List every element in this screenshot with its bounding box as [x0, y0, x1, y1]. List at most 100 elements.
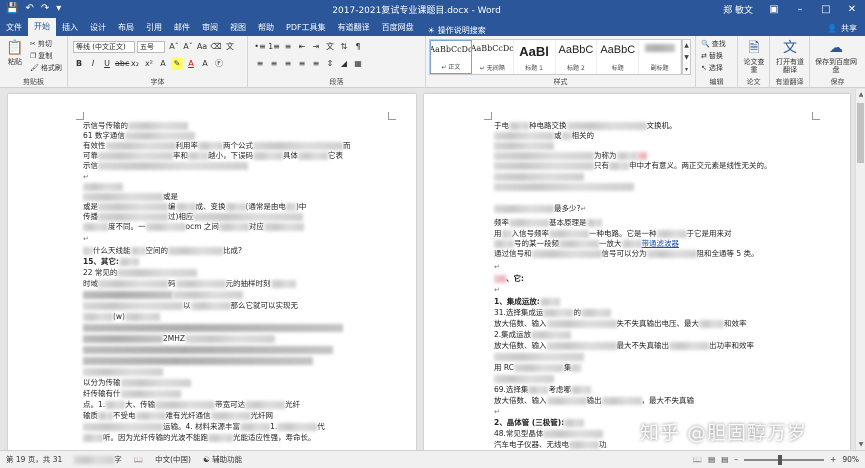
clipboard-group: 📋 粘贴 ✂ 剪切 ❐ 复制 🖌 格式刷 剪贴板 — [0, 36, 68, 88]
window-controls: ▣ – □ ✕ — [761, 4, 865, 15]
ribbon-display-icon[interactable]: ▣ — [761, 4, 787, 15]
tab-layout[interactable]: 布局 — [112, 20, 140, 36]
tab-mailings[interactable]: 邮件 — [168, 20, 196, 36]
tab-view[interactable]: 视图 — [224, 20, 252, 36]
grow-font-icon[interactable]: Aˆ — [168, 41, 180, 53]
tab-insert[interactable]: 插入 — [56, 20, 84, 36]
document-page-left[interactable]: 示信号传输的 61 数字通信 有效性 利用率 两个公式 而 可靠 率和 越小，下误码 具体 它… — [8, 94, 416, 450]
vertical-scrollbar[interactable]: ▲ ▼ — [855, 89, 865, 450]
bold-icon[interactable]: B — [73, 58, 85, 70]
tab-home[interactable]: 开始 — [28, 18, 56, 36]
customize-icon[interactable]: ▾ — [56, 4, 61, 14]
tab-file[interactable]: 文件 — [0, 20, 28, 36]
change-case-icon[interactable]: Aa — [196, 41, 208, 53]
scroll-down-icon[interactable]: ▼ — [856, 441, 865, 448]
chinese-layout-icon[interactable]: 文 — [324, 41, 336, 53]
superscript-icon[interactable]: x² — [143, 58, 155, 70]
clear-format-icon[interactable]: ⌫ — [210, 41, 222, 53]
subscript-icon[interactable]: x₂ — [129, 58, 141, 70]
align-left-icon[interactable]: ≡ — [254, 58, 266, 70]
zoom-slider[interactable] — [744, 454, 825, 465]
text-run: 号的某一段频 — [514, 239, 559, 248]
save-baidu-button[interactable]: ☁ 保存到百度网盘 — [813, 39, 859, 74]
language-indicator[interactable]: 中文(中国) — [149, 454, 197, 465]
justify-icon[interactable]: ≡ — [296, 58, 308, 70]
zoom-in-icon[interactable]: + — [830, 455, 836, 464]
bullets-icon[interactable]: •≡ — [254, 41, 266, 53]
text-effects-icon[interactable]: A — [157, 58, 169, 70]
tab-help[interactable]: 帮助 — [252, 20, 280, 36]
copy-button[interactable]: ❐ 复制 — [30, 51, 52, 61]
sort-icon[interactable]: ⇅ — [338, 41, 350, 53]
distributed-icon[interactable]: ≡ — [310, 58, 322, 70]
highlight-icon[interactable]: ✎ — [171, 58, 183, 70]
align-right-icon[interactable]: ≡ — [282, 58, 294, 70]
maximize-icon[interactable]: □ — [813, 4, 839, 15]
share-button[interactable]: 👤 共享 — [827, 20, 865, 36]
borders-icon[interactable]: ▦ — [352, 58, 364, 70]
decrease-indent-icon[interactable]: ⇤ — [296, 41, 308, 53]
font-size-combo[interactable]: 五号 — [137, 41, 165, 53]
text-run: 48.常见型晶体 — [494, 429, 544, 438]
text-line: 通过信号和 信号可以分为 阻和全通等 5 类。 — [494, 249, 759, 259]
shading-icon[interactable]: ◢ — [338, 58, 350, 70]
scroll-up-icon[interactable]: ▲ — [856, 91, 865, 98]
cut-button[interactable]: ✂ 剪切 — [30, 39, 52, 49]
redo-icon[interactable]: ↷ — [41, 4, 49, 14]
close-icon[interactable]: ✕ — [839, 4, 865, 15]
tab-review[interactable]: 审阅 — [196, 20, 224, 36]
paper-check-button[interactable]: 🗎 论文查重 — [742, 39, 766, 74]
font-name-combo[interactable]: 等线 (中文正文) — [73, 41, 135, 53]
increase-indent-icon[interactable]: ⇥ — [310, 41, 322, 53]
replace-button[interactable]: ⇄ 替换 — [701, 51, 723, 61]
zoom-out-icon[interactable]: – — [734, 455, 738, 464]
save-icon[interactable]: 💾 — [6, 4, 18, 14]
print-layout-icon[interactable]: ▤ — [708, 455, 715, 464]
minimize-icon[interactable]: – — [787, 4, 813, 15]
paste-button[interactable]: 📋 粘贴 — [4, 39, 26, 66]
tab-design[interactable]: 设计 — [84, 20, 112, 36]
underline-icon[interactable]: U — [101, 58, 113, 70]
text-run: 示信号传输的 — [83, 121, 128, 130]
tab-references[interactable]: 引用 — [140, 20, 168, 36]
tell-me-search[interactable]: ☀ 操作说明搜索 — [420, 25, 486, 36]
scroll-thumb[interactable] — [857, 103, 864, 163]
character-shading-icon[interactable]: A — [199, 58, 211, 70]
align-center-icon[interactable]: ≡ — [268, 58, 280, 70]
tab-pdf-tools[interactable]: PDF工具集 — [280, 20, 332, 36]
text-run: 出功率和效率 — [709, 341, 754, 350]
text-run: 入信号频率 — [511, 229, 550, 238]
font-color-icon[interactable]: A — [185, 58, 197, 70]
strikethrough-icon[interactable]: abc — [115, 58, 129, 70]
show-marks-icon[interactable]: ¶ — [352, 41, 364, 53]
tab-youdao[interactable]: 有道翻译 — [332, 20, 376, 36]
find-button[interactable]: 🔍 查找 — [701, 39, 726, 49]
zoom-slider-knob[interactable] — [778, 454, 783, 465]
shrink-font-icon[interactable]: Aˇ — [182, 41, 194, 53]
multilevel-list-icon[interactable]: ≡ — [282, 41, 294, 53]
view-controls: 📖 ▤ ▤ – + 90% — [693, 454, 865, 465]
proofing-icon[interactable]: 📖 — [128, 455, 149, 464]
undo-icon[interactable]: ↶ — [25, 4, 33, 14]
document-page-right[interactable]: 于电 种电路交换 文换机。 或相关的 为称为 只有 申中才有意义。两正交元素是线性无关… — [424, 94, 850, 450]
select-button[interactable]: ↖ 选择 — [701, 63, 723, 73]
zoom-level[interactable]: 90% — [842, 455, 859, 464]
font-group-label: 字体 — [150, 78, 165, 86]
page-counter[interactable]: 第 19 页，共 31 — [0, 454, 68, 465]
format-painter-button[interactable]: 🖌 格式刷 — [30, 63, 62, 73]
open-youdao-button[interactable]: 文 打开有道翻译 — [773, 39, 807, 74]
read-mode-icon[interactable]: 📖 — [693, 455, 702, 464]
enclose-characters-icon[interactable]: Ⓕ — [213, 58, 225, 70]
accessibility-button[interactable]: ☯ 辅助功能 — [197, 454, 248, 465]
web-layout-icon[interactable]: ▤ — [721, 455, 728, 464]
cut-label: 剪切 — [37, 40, 52, 48]
line-spacing-icon[interactable]: ⇕ — [324, 58, 336, 70]
phonetic-guide-icon[interactable]: 文 — [224, 41, 236, 53]
italic-icon[interactable]: I — [87, 58, 99, 70]
document-area[interactable]: 示信号传输的 61 数字通信 有效性 利用率 两个公式 而 可靠 率和 越小，下误码 具体 它… — [0, 89, 855, 450]
numbering-icon[interactable]: 1≡ — [268, 41, 280, 53]
margin-mark — [812, 112, 820, 120]
word-count[interactable]: 字 — [68, 454, 128, 465]
tab-baidu[interactable]: 百度网盘 — [376, 20, 420, 36]
user-name[interactable]: 郑 敏文 — [723, 3, 753, 16]
